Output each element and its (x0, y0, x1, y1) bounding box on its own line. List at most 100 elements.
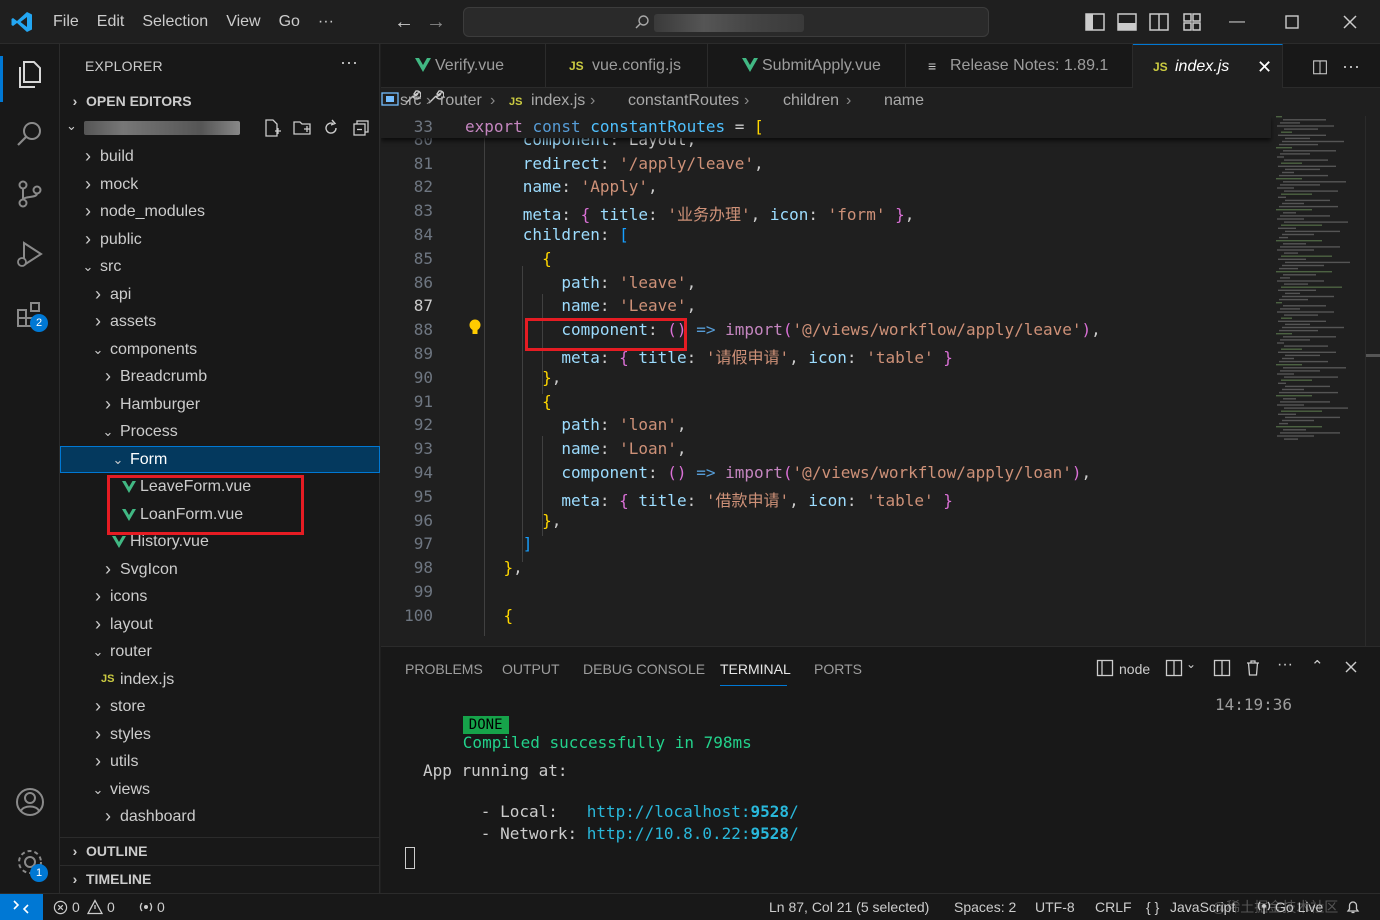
notifications-bell-icon[interactable] (1345, 899, 1361, 915)
warning-count[interactable]: 0 (107, 899, 115, 915)
tree-item-mock[interactable]: › mock (60, 171, 380, 199)
account-icon[interactable] (12, 784, 48, 820)
tree-item-hamburger[interactable]: › Hamburger (60, 391, 380, 419)
close-window-icon[interactable] (1338, 10, 1362, 34)
ports-broadcast-icon[interactable] (138, 899, 154, 915)
toggle-panel-icon[interactable] (1115, 10, 1139, 34)
panel-tab-ports[interactable]: PORTS (814, 661, 862, 677)
command-center-search[interactable] (463, 7, 989, 37)
breadcrumb-src[interactable]: src (400, 92, 421, 110)
panel-tab-output[interactable]: OUTPUT (502, 661, 560, 677)
terminal-name[interactable]: node (1119, 661, 1150, 677)
end-of-line[interactable]: CRLF (1095, 899, 1132, 915)
toggle-sidebar-icon[interactable] (1083, 10, 1107, 34)
editor-scrollbar[interactable] (1365, 116, 1380, 646)
encoding[interactable]: UTF-8 (1035, 899, 1075, 915)
tree-item-components[interactable]: ⌄ components (60, 336, 380, 364)
panel-tab-terminal[interactable]: TERMINAL (720, 661, 791, 677)
outline-section[interactable]: › OUTLINE (60, 837, 380, 864)
menu-go[interactable]: Go (270, 0, 309, 44)
source-control-icon[interactable] (12, 176, 48, 212)
sticky-scroll-header[interactable]: 33 export const constantRoutes = [ (381, 116, 1271, 138)
split-editor-icon[interactable]: ◫ (1310, 56, 1330, 76)
network-url[interactable]: http://10.8.0.22:9528/ (587, 824, 799, 843)
tree-item-dashboard[interactable]: › dashboard (60, 803, 380, 831)
tree-item-src[interactable]: ⌄ src (60, 253, 380, 281)
panel-tab-problems[interactable]: PROBLEMS (405, 661, 483, 677)
split-editor-icon[interactable] (1213, 659, 1231, 677)
menu-view[interactable]: View (217, 0, 269, 44)
breadcrumb-name[interactable]: name (884, 92, 924, 110)
tree-item-node-modules[interactable]: › node_modules (60, 198, 380, 226)
project-folder-header[interactable]: ⌄ (60, 114, 380, 141)
minimize-icon[interactable]: — (1225, 10, 1249, 34)
split-terminal-icon[interactable] (1165, 659, 1183, 677)
tree-item-index-js[interactable]: JS index.js (60, 666, 380, 694)
open-editors-section[interactable]: › OPEN EDITORS (60, 88, 380, 115)
minimap[interactable] (1274, 116, 1364, 446)
explorer-files-icon[interactable] (12, 56, 48, 92)
menu-selection[interactable]: Selection (133, 0, 217, 44)
collapse-all-icon[interactable] (351, 118, 371, 138)
tab-submitapply-vue[interactable]: SubmitApply.vue (708, 44, 906, 88)
remote-indicator[interactable] (0, 894, 43, 920)
more-actions-icon[interactable]: ··· (1277, 656, 1293, 674)
toggle-secondary-sidebar-icon[interactable] (1147, 10, 1171, 34)
maximize-icon[interactable] (1280, 10, 1304, 34)
new-file-icon[interactable] (262, 118, 282, 138)
lightbulb-icon[interactable] (467, 317, 483, 337)
chevron-down-icon[interactable]: ⌄ (1186, 657, 1196, 671)
tree-item-layout[interactable]: › layout (60, 611, 380, 639)
code-editor[interactable]: 79 path: '/apply',80 component: Layout,8… (381, 116, 1380, 646)
vue-icon (415, 58, 431, 72)
tree-item-views[interactable]: ⌄ views (60, 776, 380, 804)
breadcrumb-router[interactable]: router (440, 92, 482, 110)
refresh-icon[interactable] (321, 118, 341, 138)
timeline-section[interactable]: › TIMELINE (60, 865, 380, 892)
more-actions-icon[interactable]: ··· (340, 52, 358, 73)
scrollbar-thumb[interactable] (1366, 354, 1380, 357)
tree-item-svgicon[interactable]: › SvgIcon (60, 556, 380, 584)
tree-item-icons[interactable]: › icons (60, 583, 380, 611)
tree-item-api[interactable]: › api (60, 281, 380, 309)
forward-arrow-icon[interactable]: → (425, 11, 447, 33)
tree-item-store[interactable]: › store (60, 693, 380, 721)
warning-icon[interactable] (87, 899, 103, 915)
run-debug-icon[interactable] (12, 236, 48, 272)
error-icon[interactable] (53, 900, 68, 915)
tree-item-styles[interactable]: › styles (60, 721, 380, 749)
tab-verify-vue[interactable]: Verify.vue (381, 44, 546, 88)
back-arrow-icon[interactable]: ← (393, 11, 415, 33)
minimap-line (1284, 407, 1348, 409)
more-actions-icon[interactable]: ··· (1341, 56, 1361, 76)
breadcrumb-constantroutes[interactable]: constantRoutes (628, 92, 739, 110)
tree-item-process[interactable]: ⌄ Process (60, 418, 380, 446)
indentation[interactable]: Spaces: 2 (954, 899, 1016, 915)
tree-item-public[interactable]: › public (60, 226, 380, 254)
customize-layout-icon[interactable] (1180, 10, 1204, 34)
new-folder-icon[interactable] (292, 118, 312, 138)
chevron-up-icon[interactable]: ⌃ (1311, 657, 1324, 675)
close-panel-icon[interactable] (1343, 659, 1359, 675)
search-icon[interactable] (12, 116, 48, 152)
tree-item-assets[interactable]: › assets (60, 308, 380, 336)
close-tab-icon[interactable]: ✕ (1257, 45, 1272, 89)
tree-item-breadcrumb[interactable]: › Breadcrumb (60, 363, 380, 391)
ports-count[interactable]: 0 (157, 899, 165, 915)
error-count[interactable]: 0 (72, 899, 80, 915)
tab-vue-config-js[interactable]: JS vue.config.js (546, 44, 708, 88)
breadcrumb-children[interactable]: children (783, 92, 839, 110)
breadcrumb-file[interactable]: index.js (531, 92, 585, 110)
tree-item-utils[interactable]: › utils (60, 748, 380, 776)
trash-icon[interactable] (1244, 659, 1262, 677)
cursor-position[interactable]: Ln 87, Col 21 (5 selected) (769, 899, 929, 915)
tree-item-router[interactable]: ⌄ router (60, 638, 380, 666)
tree-item-build[interactable]: › build (60, 143, 380, 171)
tree-item-form[interactable]: ⌄ Form (60, 445, 380, 473)
tab-release-notes-1-89-1[interactable]: ≡ Release Notes: 1.89.1 (906, 44, 1133, 88)
menu-edit[interactable]: Edit (88, 0, 134, 44)
menu-file[interactable]: File (44, 0, 88, 44)
panel-tab-debug-console[interactable]: DEBUG CONSOLE (583, 661, 705, 677)
menu-more-icon[interactable]: ··· (309, 0, 343, 44)
tab-index-js[interactable]: JS index.js ✕ (1133, 44, 1283, 88)
